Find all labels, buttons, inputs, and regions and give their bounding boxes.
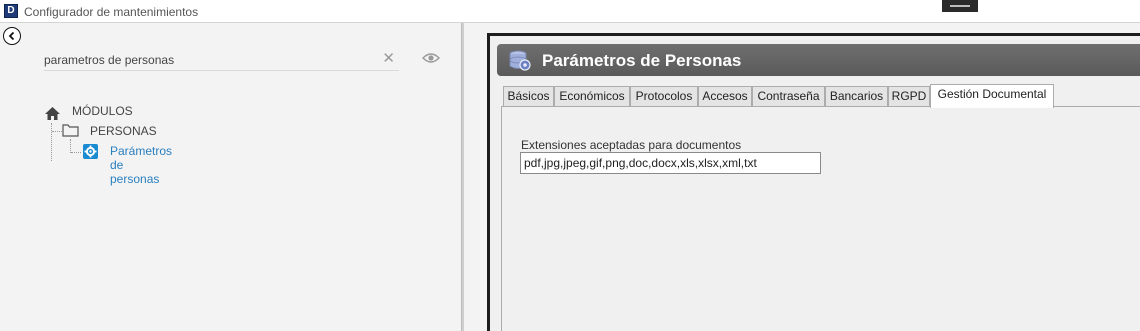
tree-connector <box>71 152 81 153</box>
dialog-title: Parámetros de Personas <box>542 51 742 70</box>
gear-icon <box>83 144 98 159</box>
folder-icon <box>62 124 79 137</box>
tree-connector <box>51 123 52 161</box>
window-title: Configurador de mantenimientos <box>24 5 199 19</box>
extensions-input[interactable] <box>520 152 821 174</box>
tree-item-parametros-personas[interactable]: Parámetros de personas <box>110 144 172 186</box>
tab-panel-gestion-documental: Extensiones aceptadas para documentos <box>501 106 1140 331</box>
tab-basicos[interactable]: Básicos <box>503 86 554 106</box>
parameters-dialog: Parámetros de Personas Básicos Económico… <box>487 33 1140 331</box>
eye-icon[interactable] <box>422 51 440 65</box>
tree-root-modulos[interactable]: MÓDULOS <box>72 104 133 118</box>
clear-icon[interactable]: ✕ <box>382 51 395 67</box>
tree-connector <box>52 131 62 132</box>
tab-economicos[interactable]: Económicos <box>554 86 630 106</box>
app-logo-icon: D <box>4 4 18 18</box>
database-settings-icon <box>509 50 531 71</box>
home-icon <box>45 107 60 120</box>
tab-accesos[interactable]: Accesos <box>698 86 752 106</box>
tree-folder-personas[interactable]: PERSONAS <box>90 124 157 138</box>
extensions-label: Extensiones aceptadas para documentos <box>521 138 742 152</box>
tab-contrasena[interactable]: Contraseña <box>752 86 825 106</box>
back-arrow-icon <box>8 31 15 41</box>
dialog-header: Parámetros de Personas <box>497 44 1140 76</box>
tab-bancarios[interactable]: Bancarios <box>825 86 888 106</box>
tab-protocolos[interactable]: Protocolos <box>630 86 698 106</box>
navigation-panel: ✕ MÓDULOS PERSONAS Parámetros de <box>0 23 461 331</box>
title-bar: D Configurador de mantenimientos <box>0 0 1140 23</box>
window-grip-handle[interactable] <box>942 0 978 12</box>
search-input[interactable] <box>44 51 364 69</box>
tab-gestion-documental[interactable]: Gestión Documental <box>930 84 1054 108</box>
tree-connector <box>70 139 71 153</box>
back-button[interactable] <box>3 27 21 45</box>
tab-rgpd[interactable]: RGPD <box>888 86 930 106</box>
search-box: ✕ <box>44 49 399 71</box>
